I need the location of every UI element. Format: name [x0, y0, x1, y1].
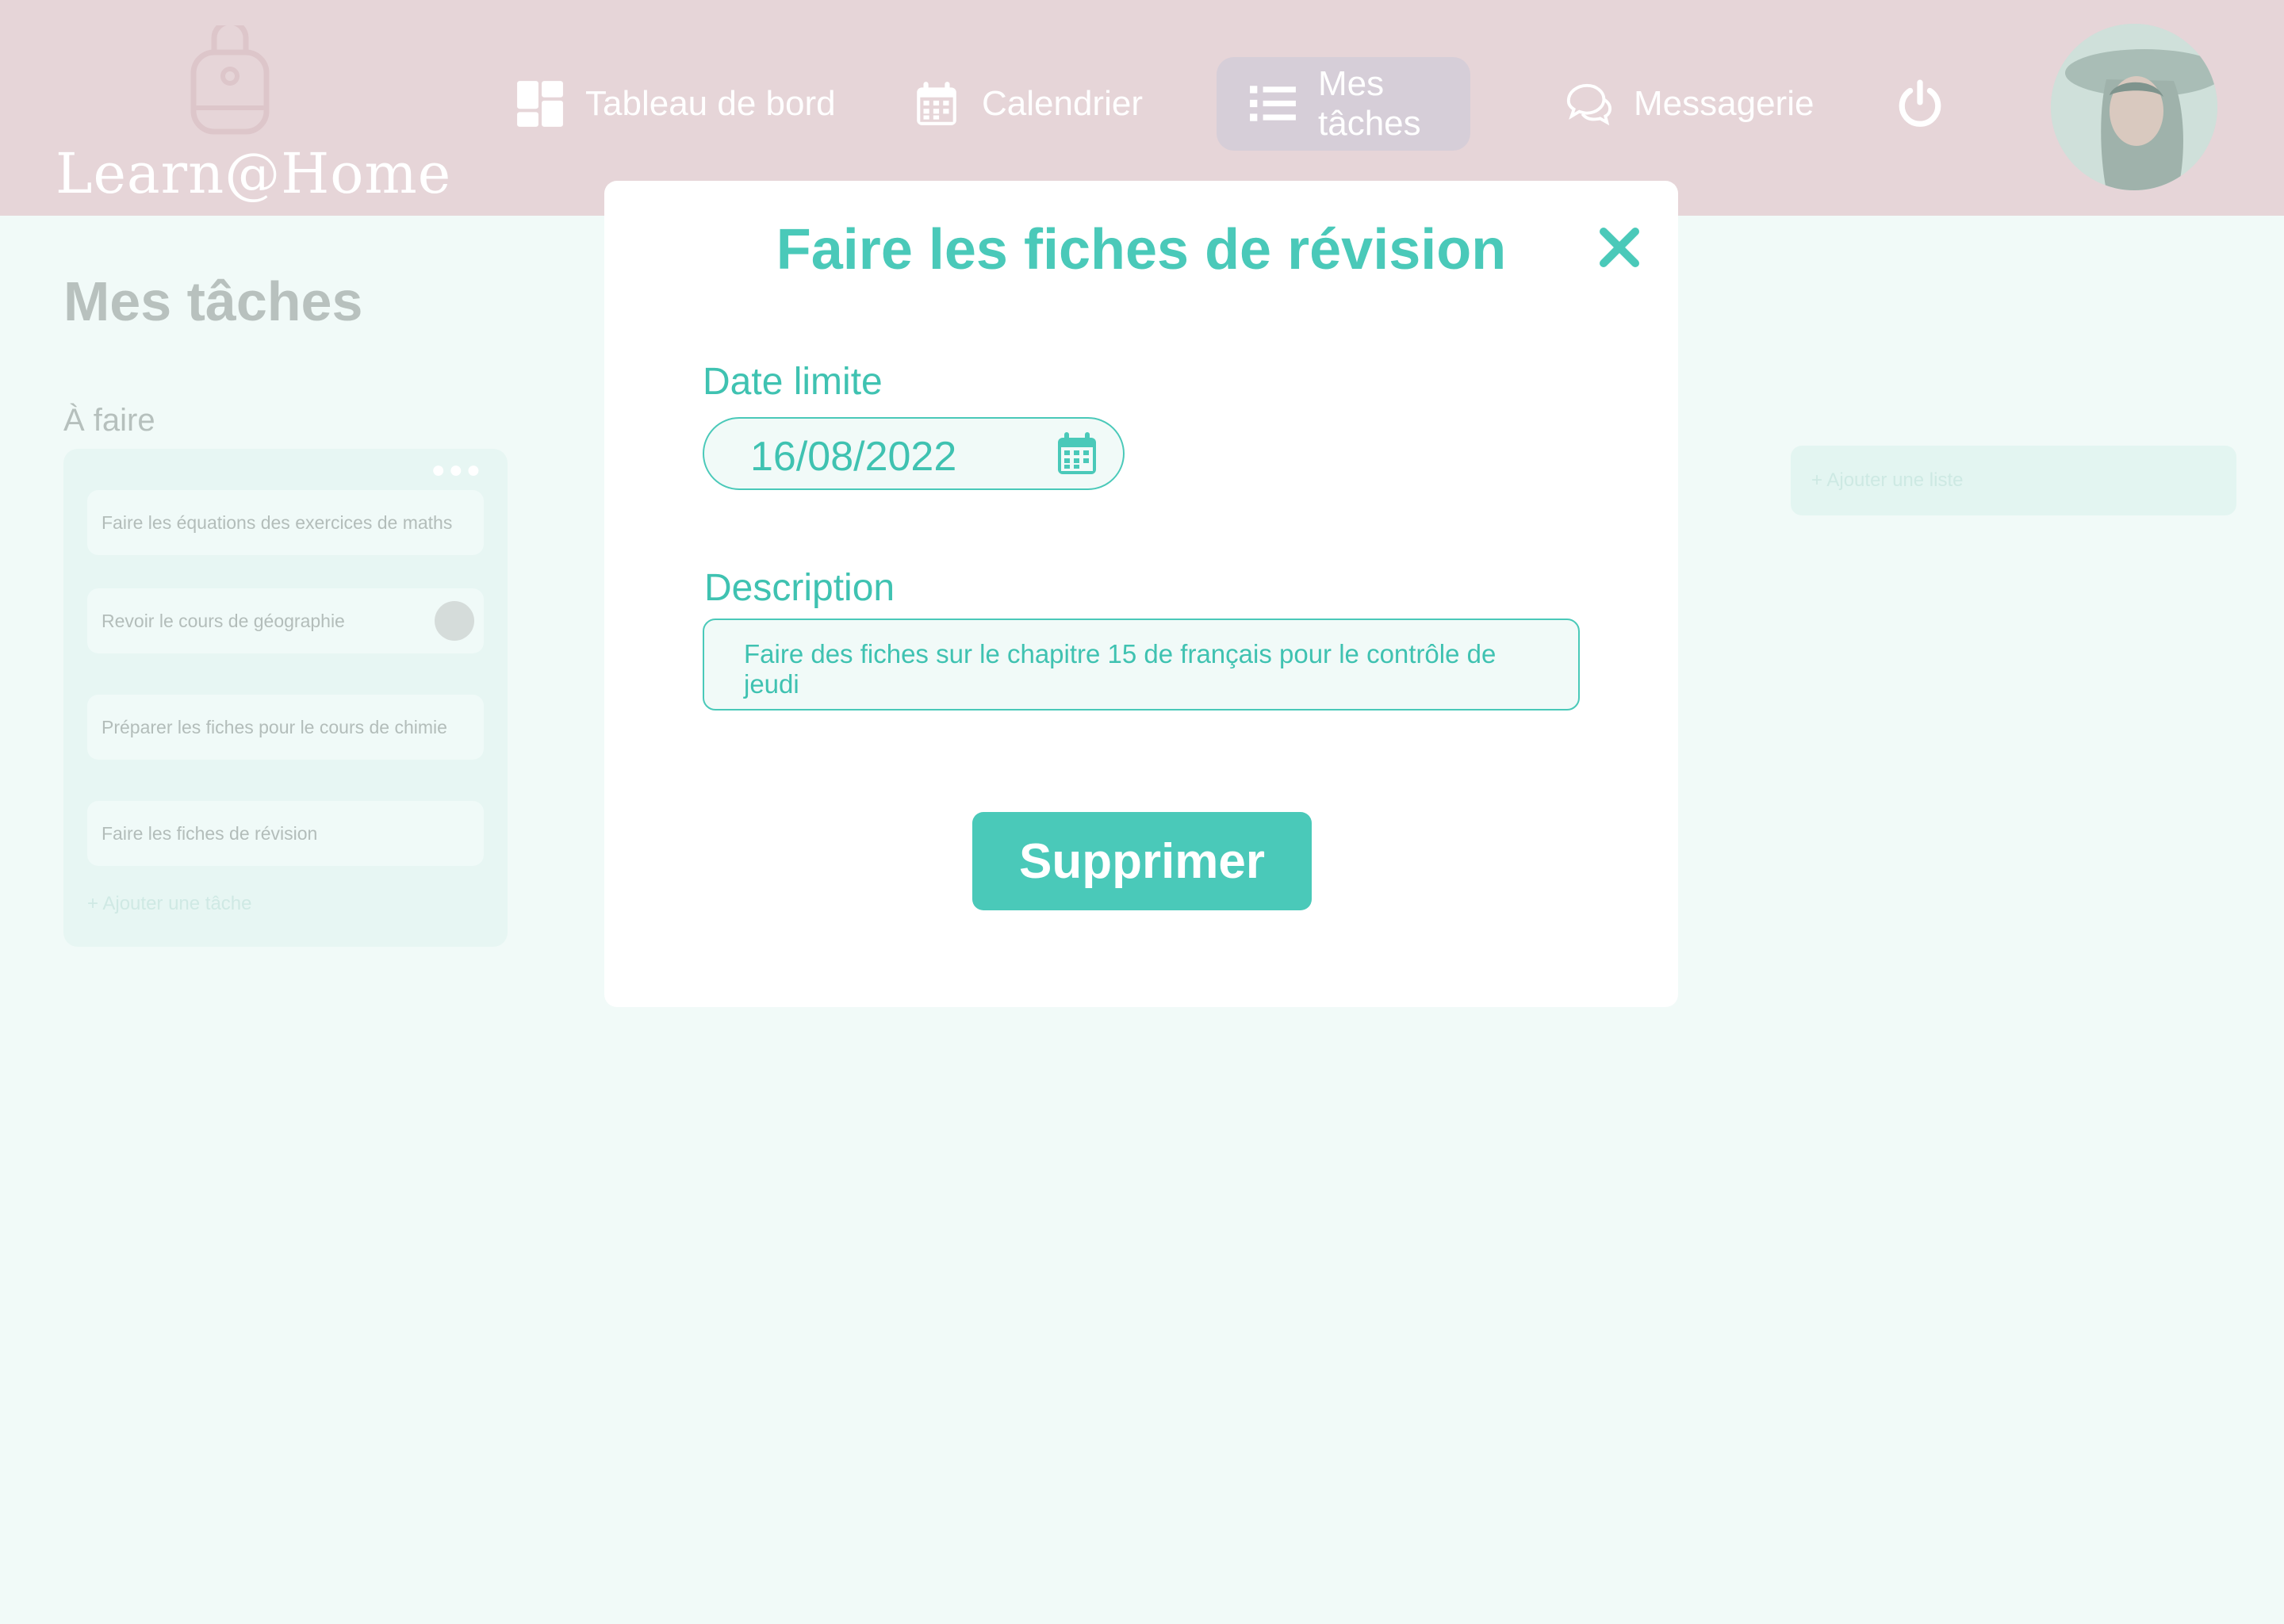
- description-field[interactable]: Faire des fiches sur le chapitre 15 de f…: [703, 619, 1580, 710]
- task-card[interactable]: Préparer les fiches pour le cours de chi…: [87, 695, 484, 760]
- brand[interactable]: Learn@Home: [56, 22, 450, 206]
- list-icon: [1250, 86, 1296, 121]
- nav-dashboard-label: Tableau de bord: [585, 84, 836, 123]
- task-card[interactable]: Faire les fiches de révision: [87, 801, 484, 866]
- nav-tasks[interactable]: Mes tâches: [1217, 57, 1470, 151]
- date-label: Date limite: [703, 361, 883, 403]
- task-label: Préparer les fiches pour le cours de chi…: [102, 716, 447, 737]
- task-label: Faire les fiches de révision: [102, 822, 318, 844]
- task-card[interactable]: Revoir le cours de géographie: [87, 588, 484, 653]
- add-task-button[interactable]: + Ajouter une tâche: [87, 893, 252, 915]
- due-date-field[interactable]: [703, 417, 1125, 490]
- nav-calendar-label: Calendrier: [982, 84, 1143, 123]
- close-icon[interactable]: [1597, 225, 1642, 270]
- dashboard-icon: [517, 81, 563, 127]
- task-label: Revoir le cours de géographie: [102, 610, 345, 631]
- task-label: Faire les équations des exercices de mat…: [102, 511, 453, 533]
- assignee-avatar: [435, 601, 474, 641]
- backpack-icon: [190, 25, 270, 135]
- nav-calendar[interactable]: Calendrier: [912, 57, 1143, 151]
- task-list: ●●● Faire les équations des exercices de…: [63, 449, 508, 947]
- power-icon[interactable]: [1895, 79, 1945, 128]
- brand-name: Learn@Home: [56, 141, 452, 206]
- delete-button[interactable]: Supprimer: [972, 812, 1312, 910]
- nav-dashboard[interactable]: Tableau de bord: [515, 57, 836, 151]
- nav-tasks-label: Mes tâches: [1318, 64, 1421, 143]
- due-date-input[interactable]: [750, 433, 1012, 481]
- modal-title: Faire les fiches de révision: [776, 218, 1507, 282]
- page-title: Mes tâches: [63, 270, 363, 332]
- user-avatar-image: [2051, 24, 2217, 190]
- add-list-button[interactable]: + Ajouter une liste: [1791, 446, 2236, 515]
- chat-icon: [1566, 83, 1612, 126]
- list-title: À faire: [63, 403, 155, 438]
- calendar-icon[interactable]: [1053, 430, 1101, 477]
- description-label: Description: [704, 567, 895, 609]
- calendar-icon: [917, 82, 956, 125]
- nav-messages[interactable]: Messagerie: [1564, 57, 1814, 151]
- task-detail-modal: Faire les fiches de révision Date limite…: [604, 181, 1678, 1007]
- list-menu-icon[interactable]: ●●●: [431, 457, 484, 484]
- nav-messages-label: Messagerie: [1634, 84, 1815, 123]
- user-avatar[interactable]: [2051, 24, 2217, 190]
- task-card[interactable]: Faire les équations des exercices de mat…: [87, 490, 484, 555]
